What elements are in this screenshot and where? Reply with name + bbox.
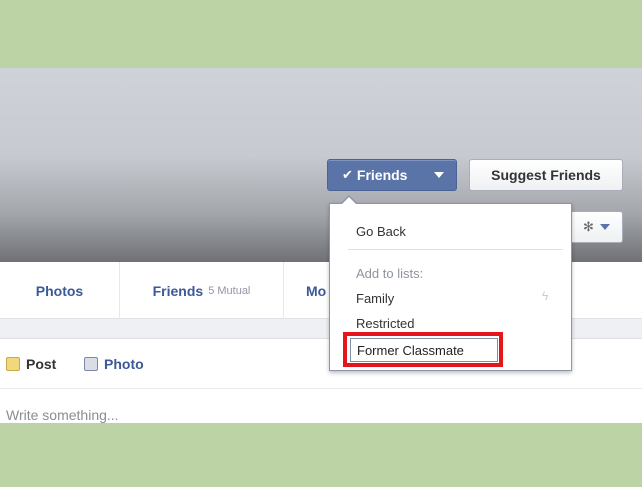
friends-button[interactable]: ✔ Friends bbox=[327, 159, 457, 191]
composer-tab-photo[interactable]: Photo bbox=[84, 356, 144, 372]
menu-divider bbox=[348, 249, 563, 250]
mutual-friends-count: 5 Mutual bbox=[208, 284, 251, 297]
friends-button-label: Friends bbox=[356, 167, 408, 183]
menu-notch-inner bbox=[341, 197, 357, 205]
composer-tab-post[interactable]: Post bbox=[6, 356, 56, 372]
composer-tab-photo-label: Photo bbox=[104, 356, 144, 372]
settings-gear-button[interactable]: ✻ bbox=[570, 211, 623, 243]
highlight-box bbox=[343, 332, 503, 367]
write-something-input[interactable]: Write something... bbox=[6, 407, 119, 423]
tab-more-label: Mo bbox=[306, 282, 327, 299]
top-green-band bbox=[0, 0, 642, 68]
check-icon: ✔ bbox=[342, 167, 353, 182]
gear-icon: ✻ bbox=[583, 219, 594, 234]
bottom-green-band bbox=[0, 423, 642, 487]
chevron-down-icon bbox=[434, 172, 444, 178]
photo-icon bbox=[84, 357, 98, 371]
menu-item-family[interactable]: Family bbox=[356, 291, 394, 306]
tab-photos-label: Photos bbox=[35, 282, 84, 299]
composer-tab-post-label: Post bbox=[26, 356, 57, 372]
tab-photos[interactable]: Photos bbox=[0, 262, 120, 319]
add-to-lists-header: Add to lists: bbox=[356, 266, 424, 281]
tab-friends[interactable]: Friends 5 Mutual bbox=[120, 262, 284, 319]
suggest-friends-label: Suggest Friends bbox=[491, 167, 601, 183]
post-icon bbox=[6, 357, 20, 371]
chevron-down-icon bbox=[599, 224, 610, 230]
menu-item-restricted[interactable]: Restricted bbox=[356, 316, 415, 331]
menu-item-go-back[interactable]: Go Back bbox=[356, 224, 406, 239]
tab-friends-label: Friends bbox=[152, 282, 204, 299]
lightning-icon: ϟ bbox=[542, 289, 549, 303]
suggest-friends-button[interactable]: Suggest Friends bbox=[469, 159, 623, 191]
